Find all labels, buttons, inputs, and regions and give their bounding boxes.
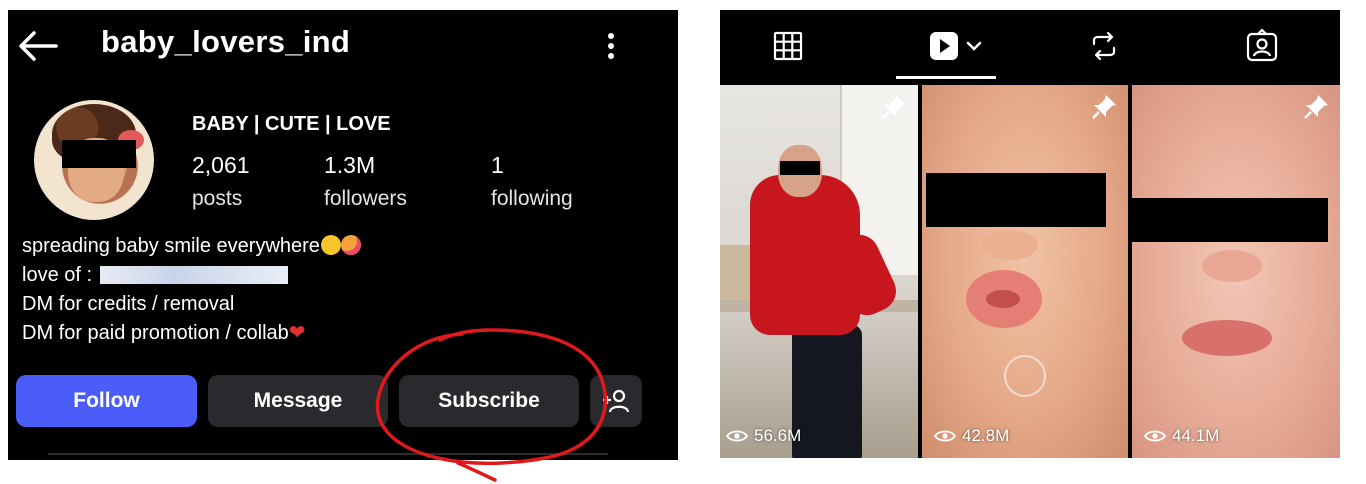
repost-icon — [1092, 31, 1116, 61]
chevron-down-icon — [966, 41, 982, 51]
bio-line-3: DM for credits / removal — [22, 293, 235, 315]
bio-line-4: DM for paid promotion / collab❤ — [22, 319, 361, 348]
suggest-users-button[interactable] — [590, 375, 642, 427]
smile-emoji-icon — [320, 235, 341, 255]
reels-icon — [930, 32, 982, 60]
person-legs — [792, 325, 862, 458]
bio-line-1-text: spreading baby smile everywhere — [22, 235, 320, 257]
baby-nose — [1202, 250, 1262, 282]
reel-view-count: 56.6M — [726, 426, 801, 446]
stat-posts-label: posts — [192, 187, 243, 210]
watermark-logo-icon — [1004, 355, 1046, 397]
reels-panel: 56.6M 42.8M 44.1M — [720, 10, 1340, 458]
profile-topbar: baby_lovers_ind — [8, 10, 678, 80]
bio-line-2: love of : — [22, 261, 361, 290]
smiling-hearts-emoji-icon — [340, 235, 361, 255]
eye-icon — [1144, 430, 1166, 442]
subscribe-button[interactable]: Subscribe — [399, 375, 579, 427]
pin-icon — [882, 95, 906, 119]
tab-tagged[interactable] — [1232, 24, 1292, 68]
stat-posts[interactable]: 2,061 posts — [192, 152, 250, 211]
stat-followers[interactable]: 1.3M followers — [324, 152, 407, 211]
stat-followers-count: 1.3M — [324, 152, 376, 178]
stat-following-count: 1 — [491, 152, 504, 178]
stat-posts-count: 2,061 — [192, 152, 250, 178]
reel-view-count: 44.1M — [1144, 426, 1219, 446]
bio-mention-link-redacted[interactable] — [100, 266, 289, 284]
baby-mouth — [1182, 320, 1272, 356]
eye-icon — [726, 430, 748, 442]
story-highlights-edge — [48, 453, 608, 460]
profile-bio: spreading baby smile everywhere love of … — [22, 232, 361, 348]
baby-nose — [982, 230, 1038, 260]
bio-line-4-text: DM for paid promotion / collab — [22, 322, 289, 344]
reel-thumbnail[interactable]: 44.1M — [1132, 85, 1340, 458]
bio-line-1: spreading baby smile everywhere — [22, 232, 361, 261]
back-arrow-icon[interactable] — [16, 28, 60, 64]
pin-icon — [1304, 95, 1328, 119]
avatar-redaction-bar — [62, 140, 136, 168]
tab-grid[interactable] — [758, 24, 818, 68]
stat-followers-label: followers — [324, 187, 407, 210]
profile-avatar[interactable] — [34, 100, 154, 220]
reel-thumbnail[interactable]: 42.8M — [922, 85, 1128, 458]
reel-views-label: 56.6M — [754, 426, 802, 445]
profile-panel: baby_lovers_ind BABY | CUTE | LOVE 2,061… — [8, 10, 678, 460]
face-redaction-bar — [926, 173, 1106, 227]
reel-views-label: 44.1M — [1172, 426, 1220, 445]
message-button[interactable]: Message — [208, 375, 388, 427]
baby-mouth — [986, 290, 1020, 308]
face-redaction-bar — [780, 161, 820, 175]
face-redaction-bar — [1132, 198, 1328, 242]
tab-reels[interactable] — [920, 24, 1000, 68]
follow-button[interactable]: Follow — [16, 375, 197, 427]
tagged-icon — [1246, 29, 1278, 62]
profile-username: baby_lovers_ind — [101, 24, 351, 59]
pin-icon — [1092, 95, 1116, 119]
reel-view-count: 42.8M — [934, 426, 1009, 446]
more-vertical-icon[interactable] — [596, 26, 626, 66]
active-tab-indicator — [896, 76, 996, 79]
bio-line-2-text: love of : — [22, 264, 93, 286]
tab-reposts[interactable] — [1074, 24, 1134, 68]
profile-tabbar — [720, 10, 1340, 84]
reel-views-label: 42.8M — [962, 426, 1010, 445]
profile-category: BABY | CUTE | LOVE — [192, 113, 391, 135]
stat-following-label: following — [491, 187, 573, 210]
reel-thumbnail[interactable]: 56.6M — [720, 85, 918, 458]
grid-icon — [773, 31, 803, 61]
stat-following[interactable]: 1 following — [491, 152, 573, 211]
red-heart-icon: ❤ — [288, 322, 306, 344]
add-user-icon — [603, 389, 630, 413]
eye-icon — [934, 430, 956, 442]
